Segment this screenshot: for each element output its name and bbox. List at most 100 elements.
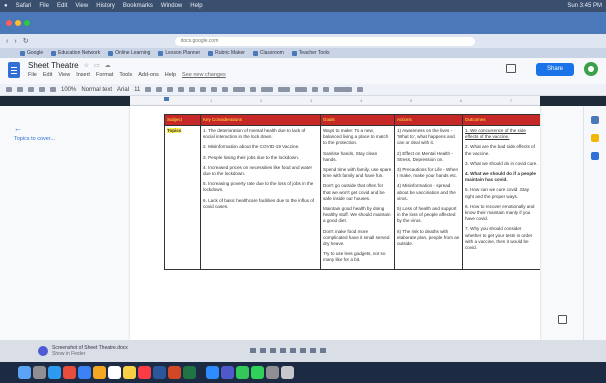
minimize-window-button[interactable] [15, 20, 21, 26]
redo-icon[interactable] [17, 87, 23, 92]
mini-icon[interactable] [270, 348, 276, 353]
table-header-cell[interactable]: Key Considerations [200, 113, 321, 127]
move-folder-icon[interactable]: ▭ [94, 62, 100, 69]
document-page[interactable]: Subject Key Considerations Goals Actions… [130, 106, 540, 340]
docs-menu-view[interactable]: View [58, 72, 70, 78]
style-select[interactable]: Normal text [81, 87, 112, 93]
table-cell-actions[interactable]: 1) Awareness on the lives - 'What to', w… [394, 125, 463, 271]
checklist-icon[interactable] [261, 87, 274, 92]
editing-mode-select[interactable] [334, 87, 353, 92]
menubar-item[interactable]: View [75, 3, 88, 9]
mini-icon[interactable] [260, 348, 266, 353]
calendar-icon[interactable] [108, 366, 121, 379]
table-header-cell[interactable]: Actions [394, 113, 463, 127]
word-icon[interactable] [153, 366, 166, 379]
trash-icon[interactable] [281, 366, 294, 379]
spellcheck-icon[interactable] [39, 87, 45, 92]
bookmark-item[interactable]: Online Learning [108, 50, 150, 56]
docs-menu-addons[interactable]: Add-ons [138, 72, 159, 78]
menubar-item[interactable]: Help [190, 3, 202, 9]
calendar-icon[interactable] [591, 116, 599, 124]
last-edit-link[interactable]: See new changes [182, 72, 226, 78]
bookmark-item[interactable]: Education Network [51, 50, 100, 56]
indent-icon[interactable] [312, 87, 319, 92]
launchpad-icon[interactable] [33, 366, 46, 379]
numbered-list-icon[interactable] [295, 87, 308, 92]
facetime-icon[interactable] [251, 366, 264, 379]
avatar[interactable] [584, 62, 598, 76]
mail-icon[interactable] [78, 366, 91, 379]
close-window-button[interactable] [6, 20, 12, 26]
table-cell-outcomes[interactable]: 1. We concurrence of the side effects of… [462, 125, 540, 271]
menubar-item[interactable]: Window [161, 3, 182, 9]
mini-icon[interactable] [310, 348, 316, 353]
outline-item[interactable]: Topics to cover... [14, 136, 55, 142]
table-cell-considerations[interactable]: 1. The deterioration of mental health du… [200, 125, 321, 271]
bookmark-item[interactable]: Google [20, 50, 43, 56]
mini-icon[interactable] [300, 348, 306, 353]
font-size-input[interactable]: 11 [134, 87, 140, 93]
ruler[interactable]: 1 2 3 4 5 6 7 [130, 96, 540, 106]
doc-title[interactable]: Sheet Theatre [28, 61, 79, 70]
topics-table[interactable]: Subject Key Considerations Goals Actions… [164, 113, 540, 271]
docs-menu-help[interactable]: Help [165, 72, 176, 78]
collapse-toolbar-icon[interactable] [357, 87, 364, 92]
excel-icon[interactable] [183, 366, 196, 379]
print-icon[interactable] [28, 87, 34, 92]
docs-menu-format[interactable]: Format [96, 72, 113, 78]
mini-icon[interactable] [290, 348, 296, 353]
finder-icon[interactable] [18, 366, 31, 379]
zoom-icon[interactable] [206, 366, 219, 379]
music-icon[interactable] [138, 366, 151, 379]
undo-icon[interactable] [6, 87, 12, 92]
url-input[interactable]: docs.google.com [174, 36, 475, 46]
ruler-indent-marker[interactable] [164, 97, 169, 101]
comment-add-icon[interactable] [211, 87, 218, 92]
messages-icon[interactable] [236, 366, 249, 379]
tasks-icon[interactable] [591, 152, 599, 160]
line-spacing-icon[interactable] [250, 87, 257, 92]
mini-icon[interactable] [250, 348, 256, 353]
table-cell-goals[interactable]: Ways to make: To a new, balanced living … [320, 125, 395, 271]
forward-icon[interactable]: › [14, 38, 16, 45]
teams-icon[interactable] [221, 366, 234, 379]
screenshot-notification[interactable]: Screenshot of Sheet Theatre.docx Show in… [38, 343, 158, 359]
keep-icon[interactable] [591, 134, 599, 142]
mini-icon[interactable] [280, 348, 286, 353]
italic-icon[interactable] [156, 87, 163, 92]
zoom-select[interactable]: 100% [61, 87, 76, 93]
powerpoint-icon[interactable] [168, 366, 181, 379]
menubar-item[interactable]: Bookmarks [123, 3, 153, 9]
font-select[interactable]: Arial [117, 87, 129, 93]
image-icon[interactable] [222, 87, 229, 92]
paint-format-icon[interactable] [50, 87, 56, 92]
underline-icon[interactable] [167, 87, 174, 92]
chrome-icon[interactable] [63, 366, 76, 379]
mini-icon[interactable] [320, 348, 326, 353]
table-header-cell[interactable]: Outcomes [462, 113, 540, 127]
bulleted-list-icon[interactable] [278, 87, 291, 92]
table-header-cell[interactable]: Goals [320, 113, 395, 127]
star-icon[interactable]: ☆ [84, 62, 89, 69]
safari-icon[interactable] [48, 366, 61, 379]
menubar-item[interactable]: Edit [57, 3, 67, 9]
apple-menu-icon[interactable]: ● [4, 3, 8, 9]
bookmark-item[interactable]: Rubric Maker [208, 50, 245, 56]
docs-menu-edit[interactable]: Edit [43, 72, 52, 78]
clear-format-icon[interactable] [323, 87, 330, 92]
link-icon[interactable] [200, 87, 207, 92]
align-icon[interactable] [233, 87, 246, 92]
bold-icon[interactable] [145, 87, 152, 92]
docs-menu-tools[interactable]: Tools [119, 72, 132, 78]
bookmark-item[interactable]: Classroom [252, 50, 284, 56]
google-docs-icon[interactable] [8, 62, 20, 78]
menubar-item[interactable]: File [39, 3, 49, 9]
bookmark-item[interactable]: Teacher Tools [291, 50, 330, 56]
comment-icon[interactable] [506, 64, 516, 73]
table-cell-subject[interactable]: Topics [164, 125, 201, 271]
share-button[interactable]: Share [536, 63, 574, 76]
table-header-cell[interactable]: Subject [164, 113, 201, 127]
docs-menu-file[interactable]: File [28, 72, 37, 78]
bookmark-item[interactable]: Lesson Planner [158, 50, 200, 56]
back-icon[interactable]: ‹ [6, 38, 8, 45]
